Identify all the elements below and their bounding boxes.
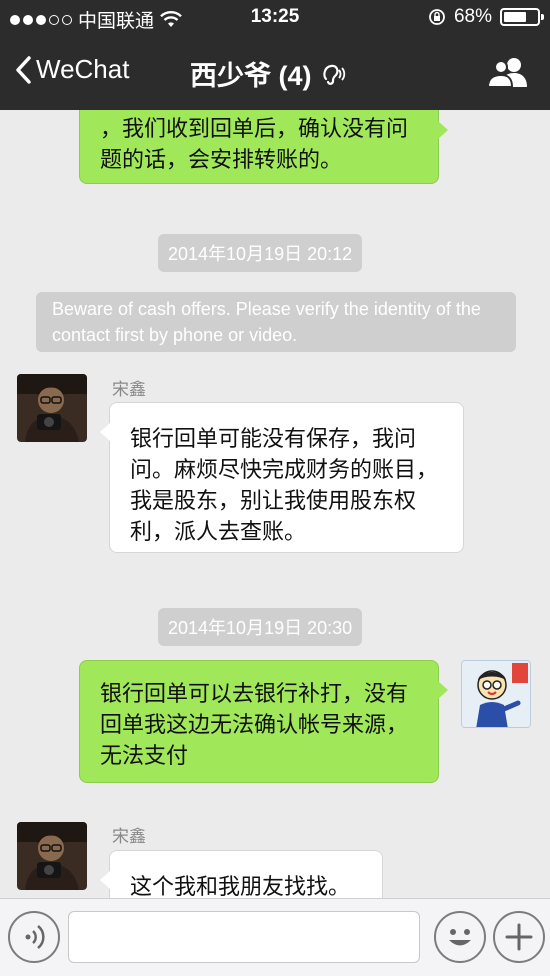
earpiece-mode-icon xyxy=(322,64,345,85)
my-avatar[interactable] xyxy=(461,660,531,728)
sender-name: 宋鑫 xyxy=(112,827,146,846)
voice-icon xyxy=(25,925,45,949)
chat-area[interactable]: ，我们收到回单后，确认没有问题的话，会安排转账的。 2014年10月19日 20… xyxy=(0,110,550,898)
security-notice: Beware of cash offers. Please verify the… xyxy=(36,292,516,352)
back-label: WeChat xyxy=(36,54,130,84)
message-text: 这个我和我朋友找找。 xyxy=(130,874,351,898)
outgoing-message[interactable]: 银行回单可以去银行补打，没有回单我这边无法确认帐号来源，无法支付 xyxy=(79,660,448,783)
rotation-lock-icon xyxy=(429,9,445,25)
chat-title: 西少爷 (4) xyxy=(190,54,346,93)
nav-bar: WeChat 西少爷 (4) xyxy=(0,34,550,110)
message-text: ，我们收到回单后，确认没有问题的话，会安排转账的。 xyxy=(100,116,409,172)
avatar[interactable] xyxy=(17,374,87,442)
emoji-button[interactable] xyxy=(434,911,486,963)
status-right: 68% xyxy=(428,6,544,28)
outgoing-message[interactable]: ，我们收到回单后，确认没有问题的话，会安排转账的。 xyxy=(79,110,448,184)
input-bar xyxy=(0,898,550,976)
message-text: 银行回单可以去银行补打，没有回单我这边无法确认帐号来源，无法支付 xyxy=(100,681,409,768)
sender-name: 宋鑫 xyxy=(112,380,146,399)
chevron-left-icon xyxy=(16,55,31,84)
timestamp: 2014年10月19日 20:30 xyxy=(158,608,363,646)
group-members-button[interactable] xyxy=(486,56,530,93)
status-bar: 中国联通 13:25 68% xyxy=(0,0,550,34)
message-input[interactable] xyxy=(68,911,420,963)
battery-icon xyxy=(500,8,544,26)
more-button[interactable] xyxy=(493,911,545,963)
back-button[interactable]: WeChat xyxy=(14,54,129,85)
avatar[interactable] xyxy=(17,822,87,890)
message-text: 银行回单可能没有保存，我问问。麻烦尽快完成财务的账目，我是股东，别让我使用股东权… xyxy=(130,426,439,544)
smiley-icon xyxy=(449,929,471,946)
incoming-message[interactable]: 这个我和我朋友找找。 xyxy=(100,850,383,898)
plus-icon xyxy=(505,923,533,951)
people-icon xyxy=(486,58,527,88)
battery-percent: 68% xyxy=(453,6,492,27)
chat-title-text: 西少爷 (4) xyxy=(190,61,312,91)
voice-input-button[interactable] xyxy=(8,911,60,963)
timestamp: 2014年10月19日 20:12 xyxy=(158,234,363,272)
incoming-message[interactable]: 银行回单可能没有保存，我问问。麻烦尽快完成财务的账目，我是股东，别让我使用股东权… xyxy=(100,402,464,553)
